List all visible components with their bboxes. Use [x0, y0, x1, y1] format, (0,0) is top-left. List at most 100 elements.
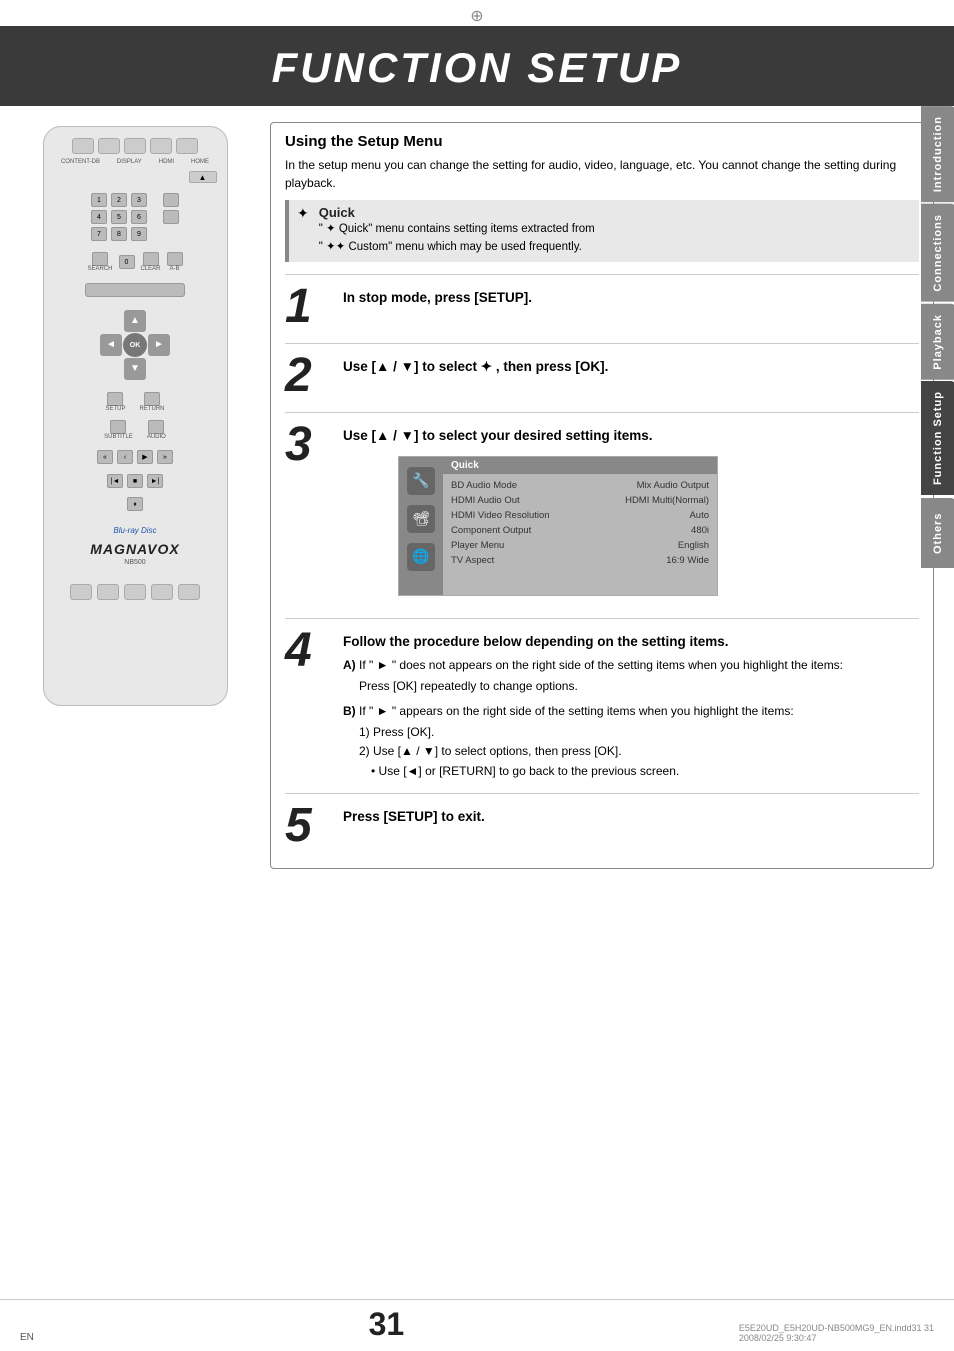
remote-btn-4	[150, 138, 172, 154]
qm-row-value: Mix Audio Output	[637, 480, 709, 491]
footer-en: EN	[20, 1332, 34, 1343]
audio-label: AUDIO	[147, 434, 166, 440]
remote-transport-row1: « ‹ ▶ »	[97, 450, 173, 464]
search-label: SEARCH	[87, 266, 112, 272]
remote-search-row: SEARCH 0 CLEAR A-B	[87, 252, 182, 272]
step4-b: B) If " ► " appears on the right side of…	[343, 702, 919, 721]
eject-btn: ▲	[189, 171, 217, 183]
step-5-text: Press [SETUP] to exit.	[343, 808, 919, 827]
qm-row: TV Aspect 16:9 Wide	[451, 553, 709, 568]
play-btn: ▶	[137, 450, 153, 464]
step-5: 5 Press [SETUP] to exit.	[285, 793, 919, 850]
tab-others[interactable]: Others	[921, 498, 954, 568]
quick-text-2: " ✦✦ Custom" menu which may be used freq…	[319, 238, 595, 256]
step-3-number: 3	[285, 421, 335, 469]
num-3: 3	[131, 193, 147, 207]
bottom-btn-1	[70, 584, 92, 600]
qm-row-label: BD Audio Mode	[451, 480, 517, 491]
tab-playback[interactable]: Playback	[921, 304, 954, 380]
audio-btn	[148, 420, 164, 434]
qm-row-label: TV Aspect	[451, 555, 494, 566]
step4-a: A) If " ► " does not appears on the righ…	[343, 656, 919, 675]
remote-btn-2	[98, 138, 120, 154]
step4-a-text: If " ► " does not appears on the right s…	[359, 658, 843, 672]
stop-btn: ■	[127, 474, 143, 488]
step-4: 4 Follow the procedure below depending o…	[285, 618, 919, 781]
qm-row-label: HDMI Video Resolution	[451, 510, 550, 521]
bottom-btn-3	[124, 584, 146, 600]
qm-icon-wrench: 🔧	[407, 467, 435, 495]
remote-numpad-row3: 7 8 9	[91, 227, 179, 241]
step4-b-text: If " ► " appears on the right side of th…	[359, 704, 794, 718]
remote-numpad-row1: 1 2 3	[91, 193, 179, 207]
qm-icon-globe: 🌐	[407, 543, 435, 571]
remote-transport-row2: |◄ ■ ►|	[107, 474, 163, 488]
step-1: 1 In stop mode, press [SETUP].	[285, 274, 919, 331]
num-2: 2	[111, 193, 127, 207]
bottom-btn-5	[178, 584, 200, 600]
clear-label: CLEAR	[141, 266, 161, 272]
qm-rows: BD Audio ModeMix Audio OutputHDMI Audio …	[443, 474, 717, 572]
quick-box-content: Quick " ✦ Quick" menu contains setting i…	[319, 205, 595, 257]
clear-btn	[143, 252, 159, 266]
step-2-number: 2	[285, 352, 335, 400]
left-column: CONTENT-DB DISPLAY HDMI HOME ▲ 1 2 3	[0, 106, 260, 889]
dpad-up: ▲	[124, 310, 146, 332]
tab-connections[interactable]: Connections	[921, 204, 954, 302]
rew-btn: «	[97, 450, 113, 464]
main-layout: CONTENT-DB DISPLAY HDMI HOME ▲ 1 2 3	[0, 106, 954, 889]
qm-row-value: English	[678, 540, 709, 551]
step-2-content: Use [▲ / ▼] to select ✦ , then press [OK…	[343, 352, 919, 377]
dpad-left: ◄	[100, 334, 122, 356]
remote-btn-1	[72, 138, 94, 154]
tab-function-setup[interactable]: Function Setup	[921, 381, 954, 495]
bottom-btn-2	[97, 584, 119, 600]
footer-file-info: E5E20UD_E5H20UD-NB500MG9_EN.indd31 31 20…	[739, 1323, 934, 1343]
num-5: 5	[111, 210, 127, 224]
num-6: 6	[131, 210, 147, 224]
remote-control: CONTENT-DB DISPLAY HDMI HOME ▲ 1 2 3	[43, 126, 228, 706]
quick-icon: ✦	[297, 205, 309, 222]
fwd-btn: »	[157, 450, 173, 464]
subtitle-label: SUBTITLE	[104, 434, 133, 440]
qm-row: BD Audio Mode Mix Audio Output	[451, 478, 709, 493]
page-title: FUNCTION SETUP	[0, 44, 954, 92]
num-7: 7	[91, 227, 107, 241]
right-column: Using the Setup Menu In the setup menu y…	[260, 106, 954, 889]
num-1: 1	[91, 193, 107, 207]
remote-func-1	[163, 193, 179, 207]
footer-file-name: E5E20UD_E5H20UD-NB500MG9_EN.indd31 31	[739, 1323, 934, 1333]
qm-row-value: 16:9 Wide	[666, 555, 709, 566]
remote-top-row	[72, 138, 198, 154]
next-btn: ►|	[147, 474, 163, 488]
remote-label-2: DISPLAY	[117, 159, 142, 165]
footer-page-number: 31	[369, 1306, 405, 1343]
page-footer: EN 31 E5E20UD_E5H20UD-NB500MG9_EN.indd31…	[0, 1299, 954, 1351]
step-3: 3 Use [▲ / ▼] to select your desired set…	[285, 412, 919, 606]
top-menu-btn	[85, 283, 185, 297]
remote-btn-3	[124, 138, 146, 154]
remote-setup-row: SETUP RETURN	[105, 392, 164, 412]
remote-label-1: CONTENT-DB	[61, 159, 100, 165]
prev-btn: |◄	[107, 474, 123, 488]
step-1-text: In stop mode, press [SETUP].	[343, 289, 919, 308]
step-5-number: 5	[285, 802, 335, 850]
num-4: 4	[91, 210, 107, 224]
remote-btn-5	[176, 138, 198, 154]
tab-introduction[interactable]: Introduction	[921, 106, 954, 202]
remote-dpad: ▲ ▼ ◄ ► OK	[100, 310, 170, 380]
qm-row: HDMI Video ResolutionAuto	[451, 508, 709, 523]
num-8: 8	[111, 227, 127, 241]
step4-b-bullet: • Use [◄] or [RETURN] to go back to the …	[371, 762, 919, 781]
qm-icon-video: 📽	[407, 505, 435, 533]
qm-right: Quick BD Audio ModeMix Audio OutputHDMI …	[443, 457, 717, 595]
qm-row-value: HDMI Multi(Normal)	[625, 495, 709, 506]
return-btn	[144, 392, 160, 406]
qm-row-label: Component Output	[451, 525, 531, 536]
dpad-down: ▼	[124, 358, 146, 380]
step-1-number: 1	[285, 283, 335, 331]
step-3-text: Use [▲ / ▼] to select your desired setti…	[343, 427, 919, 446]
num-0: 0	[119, 255, 135, 269]
qm-row: Player MenuEnglish	[451, 538, 709, 553]
page-header: FUNCTION SETUP	[0, 26, 954, 106]
